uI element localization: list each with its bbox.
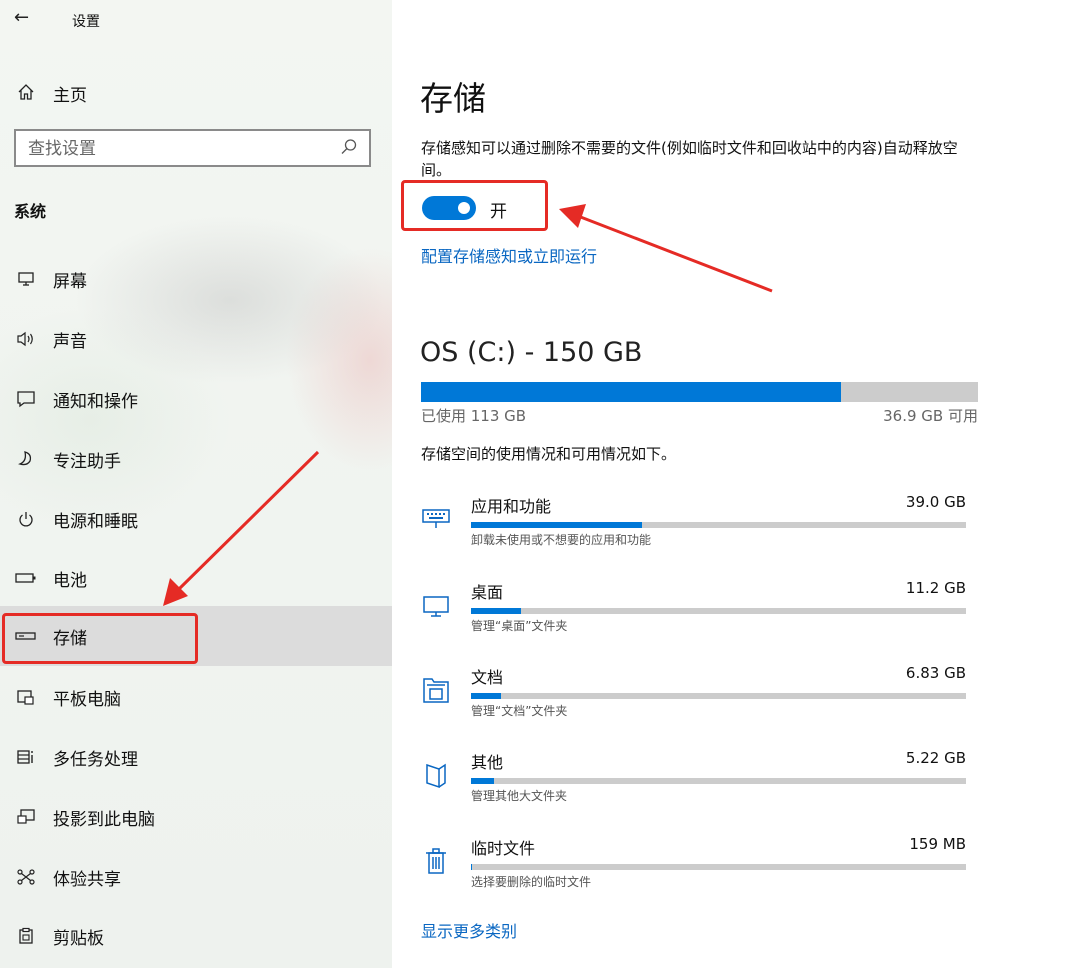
keyboard-icon	[421, 503, 451, 533]
page-title: 存储	[420, 79, 486, 118]
home-icon	[14, 80, 38, 104]
search-input[interactable]	[28, 138, 328, 160]
sidebar-item-notifications[interactable]: 通知和操作	[0, 369, 392, 429]
clipboard-icon	[14, 924, 38, 948]
search-box[interactable]	[14, 129, 371, 167]
sidebar-item-label: 声音	[53, 332, 87, 352]
moon-icon	[14, 447, 38, 471]
category-usage-bar	[471, 778, 966, 784]
drive-free-label: 36.9 GB 可用	[883, 407, 978, 425]
project-icon	[14, 805, 38, 829]
category-usage-bar-fill	[471, 608, 521, 614]
multitask-icon	[14, 745, 38, 769]
configure-storage-sense-link[interactable]: 配置存储感知或立即运行	[421, 243, 597, 267]
sidebar-item-label: 通知和操作	[53, 392, 138, 412]
search-icon[interactable]	[339, 137, 359, 157]
show-more-categories-link[interactable]: 显示更多类别	[421, 918, 517, 942]
category-usage-bar-fill	[471, 693, 501, 699]
sidebar-item-label: 剪贴板	[53, 929, 104, 949]
category-usage-bar-fill	[471, 522, 642, 528]
sidebar-item-label: 专注助手	[53, 452, 121, 472]
category-subtitle: 管理“文档”文件夹	[471, 704, 568, 718]
category-desktop[interactable]: 桌面 11.2 GB 管理“桌面”文件夹	[421, 579, 981, 649]
home-label: 主页	[53, 86, 87, 106]
sidebar-item-clipboard[interactable]: 剪贴板	[0, 906, 392, 966]
section-label-system: 系统	[14, 202, 47, 221]
title-bar: ← 设置	[0, 0, 392, 40]
category-size: 11.2 GB	[905, 579, 966, 597]
annotation-highlight-toggle	[401, 180, 548, 231]
drive-usage-bar	[421, 382, 978, 402]
category-name: 应用和功能	[471, 497, 552, 516]
category-name: 桌面	[471, 583, 504, 602]
category-usage-bar-fill	[471, 864, 473, 870]
category-size: 39.0 GB	[905, 493, 966, 511]
tablet-icon	[14, 685, 38, 709]
category-size: 159 MB	[909, 835, 966, 853]
sidebar-item-sound[interactable]: 声音	[0, 309, 392, 369]
drive-usage-bar-fill	[421, 382, 841, 402]
monitor-icon	[14, 267, 38, 291]
drive-used-label: 已使用 113 GB	[421, 407, 527, 425]
category-name: 临时文件	[471, 839, 536, 858]
sidebar-item-label: 平板电脑	[53, 690, 121, 710]
sidebar-item-label: 屏幕	[53, 272, 87, 292]
category-subtitle: 选择要删除的临时文件	[471, 875, 592, 889]
drive-title: OS (C:) - 150 GB	[420, 337, 643, 368]
category-usage-bar	[471, 693, 966, 699]
other-files-icon	[421, 759, 451, 789]
annotation-highlight-storage	[2, 613, 198, 664]
category-name: 文档	[471, 668, 504, 687]
sidebar-item-label: 电池	[53, 571, 87, 591]
sidebar-item-power-sleep[interactable]: 电源和睡眠	[0, 489, 392, 549]
notification-icon	[14, 387, 38, 411]
trash-icon	[421, 845, 451, 875]
power-icon	[14, 507, 38, 531]
category-usage-bar	[471, 522, 966, 528]
category-size: 6.83 GB	[905, 664, 966, 682]
sidebar-item-label: 体验共享	[53, 870, 121, 890]
usage-description: 存储空间的使用情况和可用情况如下。	[421, 445, 677, 463]
category-temporary-files[interactable]: 临时文件 159 MB 选择要删除的临时文件	[421, 835, 981, 905]
sidebar-item-multitasking[interactable]: 多任务处理	[0, 727, 392, 787]
share-icon	[14, 865, 38, 889]
battery-icon	[14, 566, 38, 590]
sidebar-item-tablet[interactable]: 平板电脑	[0, 667, 392, 727]
speaker-icon	[14, 327, 38, 351]
nav-home[interactable]: 主页	[0, 72, 392, 112]
category-subtitle: 管理其他大文件夹	[471, 789, 568, 803]
category-documents[interactable]: 文档 6.83 GB 管理“文档”文件夹	[421, 664, 981, 734]
sidebar-item-project[interactable]: 投影到此电脑	[0, 787, 392, 847]
sidebar-item-focus-assist[interactable]: 专注助手	[0, 429, 392, 489]
category-usage-bar	[471, 864, 966, 870]
desktop-icon	[421, 589, 451, 619]
main-content: 存储 存储感知可以通过删除不需要的文件(例如临时文件和回收站中的内容)自动释放空…	[392, 0, 1080, 968]
sidebar-item-label: 多任务处理	[53, 750, 138, 770]
sidebar-item-label: 电源和睡眠	[53, 512, 138, 532]
category-name: 其他	[471, 753, 504, 772]
app-title: 设置	[72, 14, 100, 30]
sidebar-item-label: 投影到此电脑	[53, 810, 155, 830]
back-button[interactable]: ←	[14, 7, 29, 28]
category-apps-features[interactable]: 应用和功能 39.0 GB 卸载未使用或不想要的应用和功能	[421, 493, 981, 563]
category-other[interactable]: 其他 5.22 GB 管理其他大文件夹	[421, 749, 981, 819]
sidebar: ← 设置 主页 系统 屏幕 声音	[0, 0, 392, 968]
sidebar-item-display[interactable]: 屏幕	[0, 249, 392, 309]
category-subtitle: 管理“桌面”文件夹	[471, 619, 568, 633]
category-usage-bar-fill	[471, 778, 494, 784]
sidebar-item-shared-experiences[interactable]: 体验共享	[0, 847, 392, 907]
sidebar-item-battery[interactable]: 电池	[0, 548, 392, 608]
category-subtitle: 卸载未使用或不想要的应用和功能	[471, 533, 652, 547]
documents-icon	[421, 674, 451, 704]
category-usage-bar	[471, 608, 966, 614]
storage-sense-description: 存储感知可以通过删除不需要的文件(例如临时文件和回收站中的内容)自动释放空间。	[421, 139, 958, 179]
category-size: 5.22 GB	[905, 749, 966, 767]
